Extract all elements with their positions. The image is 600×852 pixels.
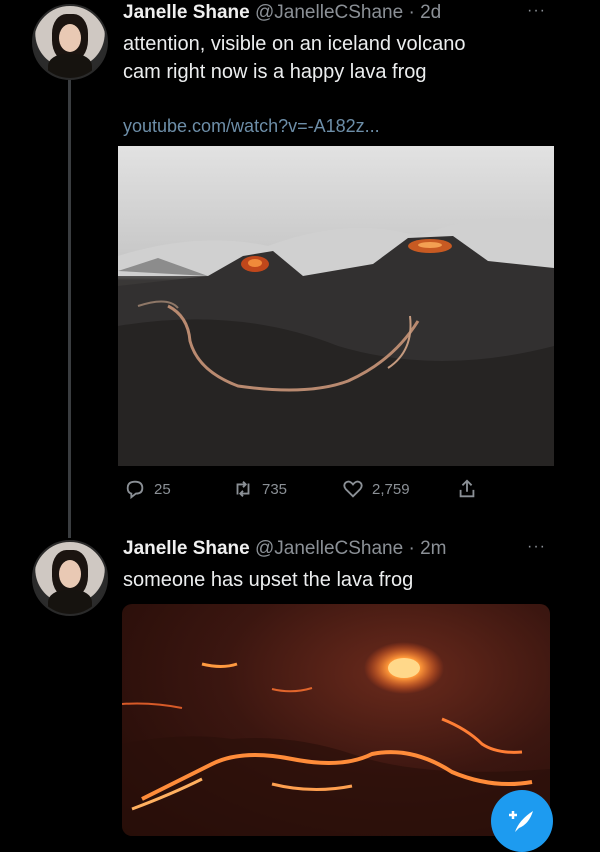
tweet-time: · 2d: [408, 2, 442, 23]
author-name[interactable]: Janelle Shane: [123, 538, 250, 559]
tweet-header: Janelle Shane @JanelleCShane · 2m: [123, 538, 446, 560]
lava-image[interactable]: [122, 604, 550, 836]
tweet-text-line: attention, visible on an iceland volcano: [123, 33, 466, 55]
more-options-icon[interactable]: ···: [527, 2, 546, 20]
reply-action[interactable]: 25: [124, 478, 171, 500]
heart-icon: [343, 480, 363, 498]
tweet-header: Janelle Shane @JanelleCShane · 2d: [123, 2, 441, 24]
share-action[interactable]: [456, 478, 478, 500]
tweet-link[interactable]: youtube.com/watch?v=-A182z...: [123, 116, 380, 137]
reply-icon: [126, 480, 144, 500]
reply-count: 25: [154, 480, 171, 498]
author-name[interactable]: Janelle Shane: [123, 2, 250, 23]
lava-image-art: [122, 642, 550, 836]
like-action[interactable]: 2,759: [342, 478, 410, 500]
compose-tweet-icon: [509, 811, 533, 832]
tweet-text: someone has upset the lava frog: [123, 569, 414, 591]
tweet-time: · 2m: [408, 538, 447, 559]
retweet-action[interactable]: 735: [232, 478, 287, 500]
author-handle[interactable]: @JanelleCShane: [255, 538, 403, 559]
more-options-icon[interactable]: ···: [527, 538, 546, 556]
retweet-icon: [236, 481, 250, 497]
thread-connector-line: [68, 78, 71, 538]
compose-tweet-button[interactable]: [491, 790, 553, 852]
volcano-image[interactable]: [118, 146, 554, 466]
share-icon: [459, 479, 475, 498]
tweet-text: attention, visible on an iceland volcano…: [123, 30, 465, 86]
retweet-count: 735: [262, 480, 288, 498]
author-handle[interactable]: @JanelleCShane: [255, 2, 403, 23]
tweet-text-line: cam right now is a happy lava frog: [123, 61, 427, 83]
avatar[interactable]: [32, 4, 108, 80]
like-count: 2,759: [372, 480, 410, 498]
avatar[interactable]: [32, 540, 108, 616]
volcano-image-art: [118, 146, 554, 466]
